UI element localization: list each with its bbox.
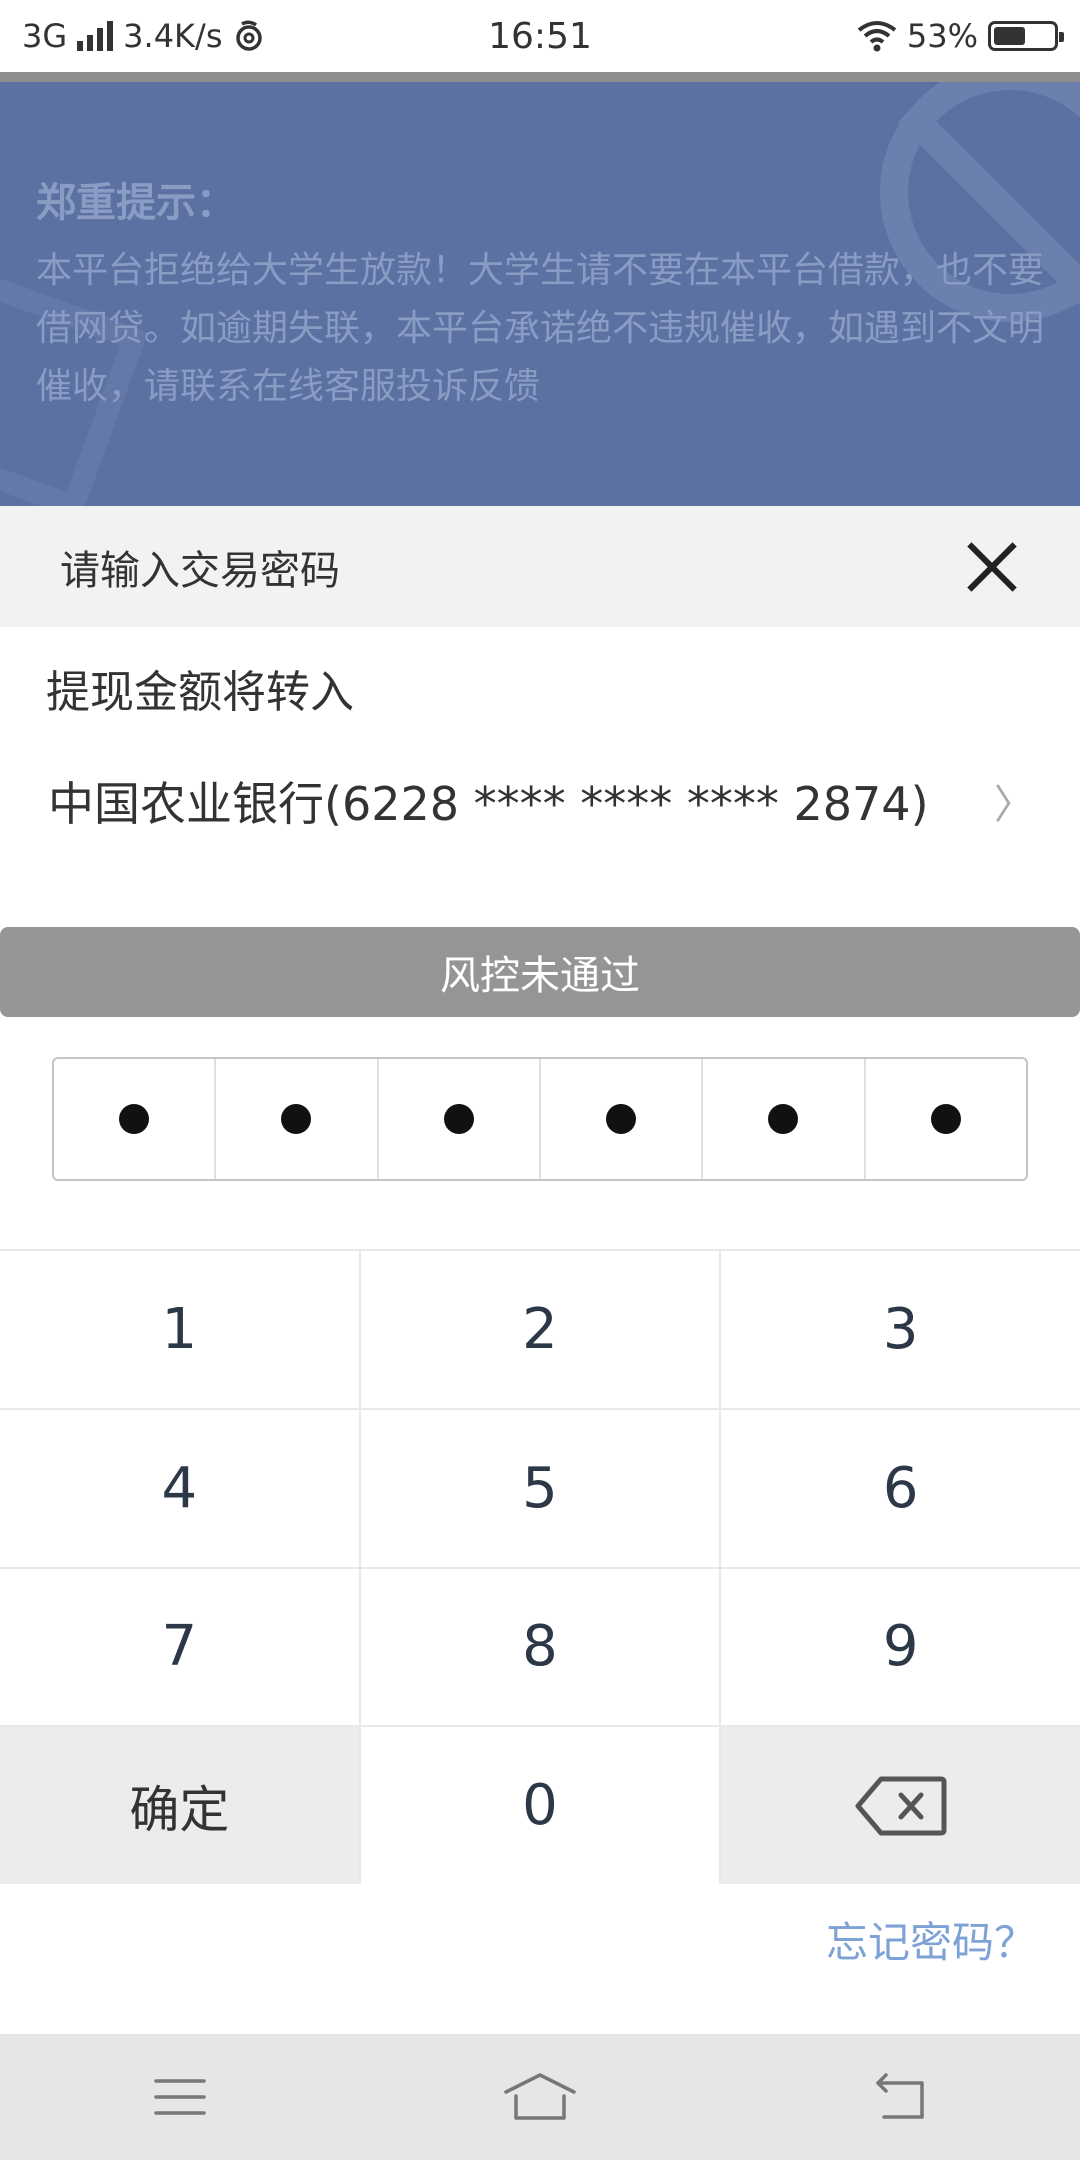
pin-dot bbox=[930, 1104, 961, 1134]
close-icon[interactable] bbox=[964, 539, 1020, 595]
pin-dot bbox=[606, 1104, 637, 1134]
chevron-right-icon: 〉 bbox=[994, 782, 1034, 828]
key-8[interactable]: 8 bbox=[360, 1568, 720, 1726]
pin-dot bbox=[443, 1104, 474, 1134]
battery-icon bbox=[988, 21, 1064, 51]
home-icon bbox=[504, 2073, 576, 2120]
backspace-icon bbox=[855, 1776, 947, 1836]
key-7[interactable]: 7 bbox=[0, 1568, 359, 1726]
key-0[interactable]: 0 bbox=[360, 1727, 720, 1884]
pin-cell bbox=[54, 1059, 217, 1179]
wifi-icon bbox=[857, 21, 897, 52]
signal-icon bbox=[77, 21, 114, 51]
status-bar: 3G 3.4K/s 16:51 53% bbox=[0, 0, 1080, 72]
key-1[interactable]: 1 bbox=[0, 1251, 359, 1408]
key-6[interactable]: 6 bbox=[721, 1409, 1080, 1567]
pin-cell bbox=[866, 1059, 1026, 1179]
status-left: 3G 3.4K/s bbox=[22, 17, 266, 55]
sheet-title: 请输入交易密码 bbox=[60, 547, 340, 594]
battery-fill bbox=[994, 27, 1025, 45]
pin-cell bbox=[703, 1059, 866, 1179]
key-4[interactable]: 4 bbox=[0, 1409, 359, 1567]
bank-account: 中国农业银行(6228 **** **** **** 2874) bbox=[48, 777, 929, 831]
key-5[interactable]: 5 bbox=[360, 1409, 720, 1567]
backspace-button[interactable] bbox=[721, 1727, 1080, 1884]
pin-cell bbox=[216, 1059, 379, 1179]
key-9[interactable]: 9 bbox=[721, 1568, 1080, 1726]
transfer-label: 提现金额将转入 bbox=[46, 667, 354, 718]
key-3[interactable]: 3 bbox=[721, 1251, 1080, 1408]
pin-dot bbox=[768, 1104, 799, 1134]
key-2[interactable]: 2 bbox=[360, 1251, 720, 1408]
screen: 3G 3.4K/s 16:51 53% 郑重提示： 本平台拒绝给大学生放款！大学… bbox=[0, 0, 1080, 2160]
pin-dot bbox=[119, 1104, 150, 1134]
sync-icon bbox=[236, 20, 263, 51]
forgot-password-link[interactable]: 忘记密码？ bbox=[826, 1909, 1036, 1970]
home-button[interactable] bbox=[480, 2057, 600, 2137]
back-button[interactable] bbox=[840, 2057, 960, 2137]
sheet-header: 请输入交易密码 bbox=[0, 506, 1080, 627]
confirm-button[interactable]: 确定 bbox=[0, 1727, 359, 1884]
status-right: 53% bbox=[857, 17, 1064, 55]
banner-text: 本平台拒绝给大学生放款！大学生请不要在本平台借款，也不要借网贷。如逾期失联，本平… bbox=[36, 250, 1045, 407]
network-speed: 3.4K/s bbox=[123, 17, 223, 55]
menu-button[interactable] bbox=[120, 2057, 240, 2137]
banner-title: 郑重提示： bbox=[36, 180, 236, 226]
navigation-bar bbox=[0, 2034, 1080, 2160]
notice-banner: 郑重提示： 本平台拒绝给大学生放款！大学生请不要在本平台借款，也不要借网贷。如逾… bbox=[0, 72, 1080, 506]
numeric-keypad: 1 2 3 4 5 6 7 8 9 确定 0 bbox=[0, 1249, 1080, 1884]
battery-percent: 53% bbox=[906, 17, 978, 55]
back-icon bbox=[876, 2073, 924, 2119]
menu-icon bbox=[154, 2079, 206, 2115]
pin-cell bbox=[379, 1059, 541, 1179]
pin-cell bbox=[541, 1059, 704, 1179]
bank-account-selector[interactable]: 中国农业银行(6228 **** **** **** 2874) 〉 bbox=[0, 756, 1080, 846]
pin-input[interactable] bbox=[52, 1057, 1028, 1181]
risk-status-bar: 风控未通过 bbox=[0, 927, 1080, 1017]
password-sheet: 请输入交易密码 提现金额将转入 中国农业银行(6228 **** **** **… bbox=[0, 506, 1080, 2034]
network-type: 3G bbox=[22, 17, 68, 55]
pin-dot bbox=[281, 1104, 312, 1134]
